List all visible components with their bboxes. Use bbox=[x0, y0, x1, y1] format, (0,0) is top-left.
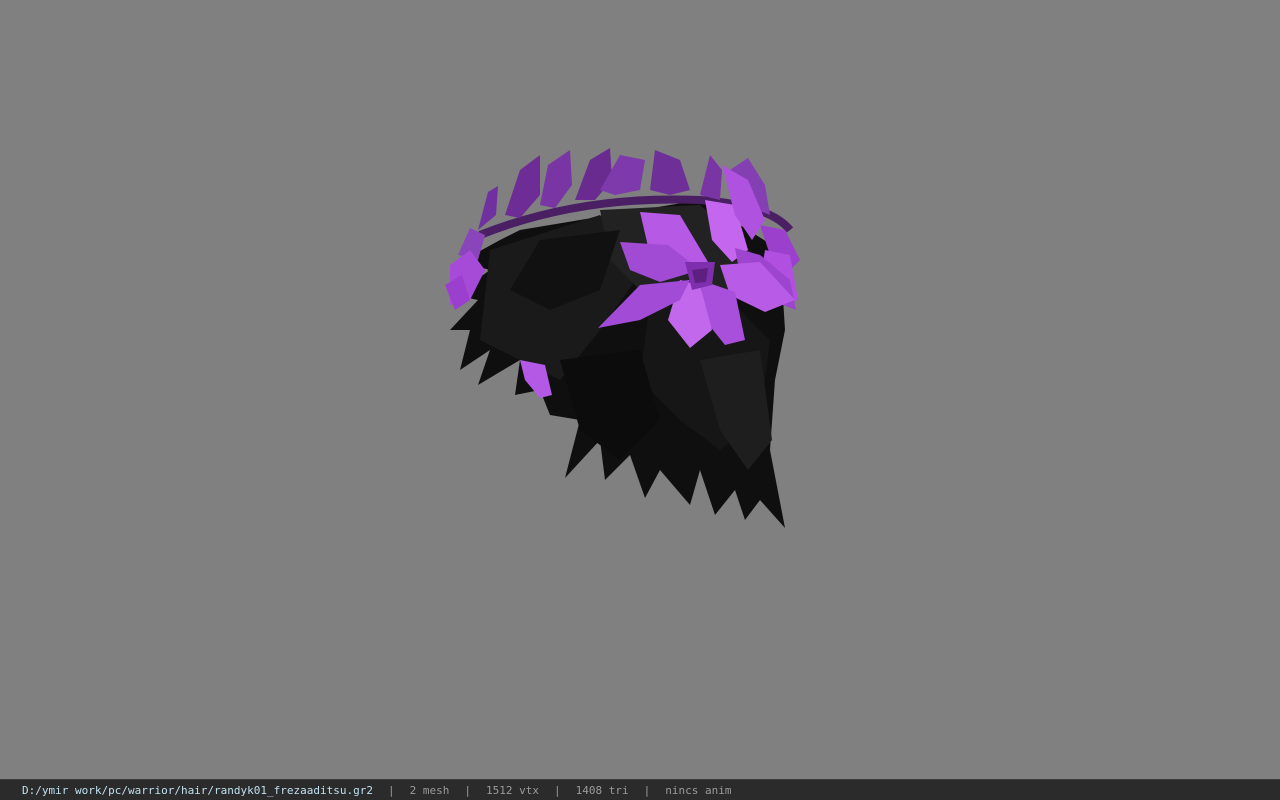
triangle-count: 1408 tri bbox=[575, 783, 629, 797]
separator: | bbox=[643, 783, 651, 797]
hair-model-render[interactable] bbox=[0, 0, 1280, 779]
separator: | bbox=[464, 783, 471, 797]
vertex-count: 1512 vtx bbox=[486, 783, 539, 797]
separator: | bbox=[388, 783, 395, 797]
status-bar: D:/ymir work/pc/warrior/hair/randyk01_fr… bbox=[0, 779, 1280, 800]
file-path: D:/ymir work/pc/warrior/hair/randyk01_fr… bbox=[22, 783, 373, 797]
animation-status: nincs anim bbox=[665, 783, 732, 797]
3d-viewport[interactable] bbox=[0, 0, 1280, 779]
separator: | bbox=[553, 783, 561, 797]
mesh-count: 2 mesh bbox=[409, 783, 450, 797]
